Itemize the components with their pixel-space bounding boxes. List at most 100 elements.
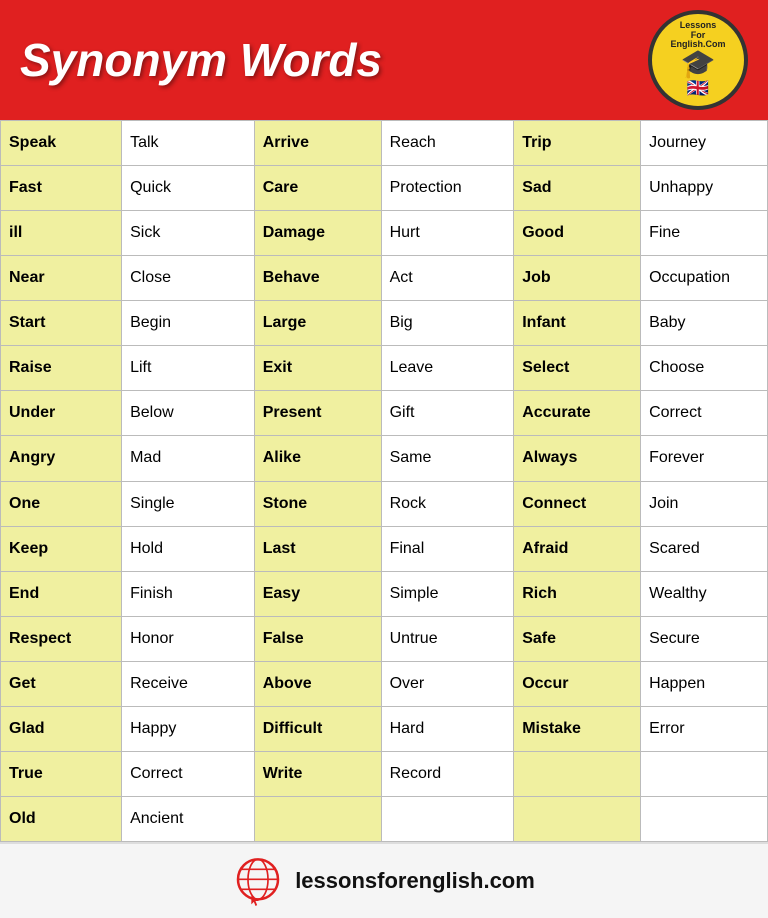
logo-flag: 🇬🇧 [687,78,709,99]
word-cell: End [1,571,122,616]
word-cell: Sad [514,166,641,211]
synonym-cell: Final [381,526,514,571]
table-area: SpeakTalkArriveReachTripJourneyFastQuick… [0,120,768,842]
synonym-cell: Reach [381,121,514,166]
word-cell: One [1,481,122,526]
word-cell: Old [1,796,122,841]
synonym-cell: Correct [122,751,255,796]
word-cell: Behave [254,256,381,301]
word-cell: Last [254,526,381,571]
word-cell-empty [514,796,641,841]
word-cell: Angry [1,436,122,481]
word-cell: Care [254,166,381,211]
synonym-cell: Talk [122,121,255,166]
word-cell: Large [254,301,381,346]
page-title: Synonym Words [20,33,382,87]
word-cell: Get [1,661,122,706]
word-cell: Rich [514,571,641,616]
table-row: FastQuickCareProtectionSadUnhappy [1,166,768,211]
synonym-cell: Scared [641,526,768,571]
word-cell: Damage [254,211,381,256]
word-cell: Present [254,391,381,436]
synonym-cell: Protection [381,166,514,211]
synonym-cell: Hard [381,706,514,751]
table-row: illSickDamageHurtGoodFine [1,211,768,256]
logo: LessonsForEnglish.Com 🎓 🇬🇧 [648,10,748,110]
table-row: TrueCorrectWriteRecord [1,751,768,796]
word-cell: Fast [1,166,122,211]
synonym-cell: Simple [381,571,514,616]
table-row: SpeakTalkArriveReachTripJourney [1,121,768,166]
footer-url: lessonsforenglish.com [295,868,535,894]
synonym-cell: Forever [641,436,768,481]
word-cell: True [1,751,122,796]
synonym-cell: Big [381,301,514,346]
word-cell: Mistake [514,706,641,751]
synonym-cell: Finish [122,571,255,616]
synonym-cell: Mad [122,436,255,481]
word-cell-empty [514,751,641,796]
logo-text: LessonsForEnglish.Com [670,21,725,51]
word-cell: Start [1,301,122,346]
synonym-cell-empty [641,796,768,841]
word-cell: Arrive [254,121,381,166]
word-cell: Always [514,436,641,481]
word-cell: Connect [514,481,641,526]
word-cell: Above [254,661,381,706]
synonym-cell: Happy [122,706,255,751]
synonym-cell: Leave [381,346,514,391]
synonym-cell: Record [381,751,514,796]
synonym-cell: Same [381,436,514,481]
table-row: GladHappyDifficultHardMistakeError [1,706,768,751]
synonym-cell: Unhappy [641,166,768,211]
footer: lessonsforenglish.com [0,842,768,918]
word-cell: Afraid [514,526,641,571]
synonym-cell: Wealthy [641,571,768,616]
word-cell: Infant [514,301,641,346]
table-row: AngryMadAlikeSameAlwaysForever [1,436,768,481]
table-row: RaiseLiftExitLeaveSelectChoose [1,346,768,391]
logo-icon: 🎓 [681,50,716,78]
synonym-cell: Choose [641,346,768,391]
word-cell: Raise [1,346,122,391]
table-row: RespectHonorFalseUntrueSafeSecure [1,616,768,661]
synonym-cell: Ancient [122,796,255,841]
synonym-cell: Journey [641,121,768,166]
synonym-cell: Below [122,391,255,436]
synonym-cell: Happen [641,661,768,706]
synonym-cell: Act [381,256,514,301]
synonym-cell: Fine [641,211,768,256]
synonym-cell: Rock [381,481,514,526]
word-cell: Easy [254,571,381,616]
synonym-cell: Receive [122,661,255,706]
table-row: KeepHoldLastFinalAfraidScared [1,526,768,571]
synonym-table: SpeakTalkArriveReachTripJourneyFastQuick… [0,120,768,842]
word-cell: ill [1,211,122,256]
synonym-cell: Close [122,256,255,301]
synonym-cell: Begin [122,301,255,346]
page-header: Synonym Words LessonsForEnglish.Com 🎓 🇬🇧 [0,0,768,120]
word-cell: Near [1,256,122,301]
synonym-cell: Occupation [641,256,768,301]
table-row: OneSingleStoneRockConnectJoin [1,481,768,526]
word-cell: Good [514,211,641,256]
table-row: UnderBelowPresentGiftAccurateCorrect [1,391,768,436]
word-cell: Difficult [254,706,381,751]
word-cell: Alike [254,436,381,481]
synonym-cell: Join [641,481,768,526]
synonym-cell: Single [122,481,255,526]
synonym-cell-empty [381,796,514,841]
word-cell: Keep [1,526,122,571]
word-cell: Trip [514,121,641,166]
word-cell: Respect [1,616,122,661]
globe-icon [233,856,283,906]
synonym-cell-empty [641,751,768,796]
synonym-cell: Sick [122,211,255,256]
word-cell: Exit [254,346,381,391]
word-cell-empty [254,796,381,841]
word-cell: Occur [514,661,641,706]
synonym-cell: Correct [641,391,768,436]
synonym-cell: Untrue [381,616,514,661]
synonym-cell: Quick [122,166,255,211]
synonym-cell: Hold [122,526,255,571]
